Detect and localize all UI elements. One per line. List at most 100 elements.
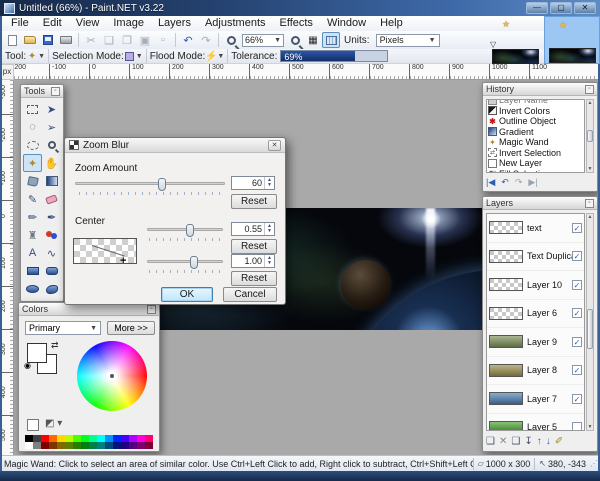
center-preview[interactable]: + <box>73 238 137 264</box>
palette-color-swatch[interactable] <box>121 442 129 449</box>
spinner-arrows-icon[interactable]: ▲▼ <box>264 177 274 189</box>
center-x-spinbox[interactable]: 0.55 ▲▼ <box>231 222 275 236</box>
palette-color-swatch[interactable] <box>97 435 105 442</box>
menu-item-view[interactable]: View <box>69 16 107 31</box>
rewind-button[interactable]: |◀ <box>486 177 495 188</box>
menu-item-adjustments[interactable]: Adjustments <box>198 16 273 31</box>
scrollbar-thumb[interactable] <box>587 309 593 349</box>
close-icon[interactable]: ▫ <box>585 85 594 94</box>
palette-color-swatch[interactable] <box>25 442 33 449</box>
scroll-down-icon[interactable]: ▼ <box>588 166 593 172</box>
tool-gradient[interactable] <box>42 172 61 190</box>
tool-ellipse-select[interactable] <box>23 136 42 154</box>
palette-color-swatch[interactable] <box>105 442 113 449</box>
palette-color-swatch[interactable] <box>73 435 81 442</box>
zoom-tool-button[interactable] <box>223 32 239 48</box>
deselect-button[interactable]: ▫ <box>155 32 171 48</box>
tool-text[interactable]: A <box>23 244 42 262</box>
palette-color-swatch[interactable] <box>137 435 145 442</box>
ok-button[interactable]: OK <box>161 287 213 302</box>
move-layer-up-button[interactable]: ↑ <box>537 436 542 447</box>
tool-freeform-shape[interactable] <box>42 280 61 298</box>
layer-row[interactable]: Layer 6✓ <box>487 300 584 329</box>
tool-rectangle-select[interactable] <box>23 100 42 118</box>
layer-visibility-checkbox[interactable]: ✓ <box>572 280 582 290</box>
image-tab-2-active[interactable]: ★ <box>544 16 600 64</box>
palette-color-swatch[interactable] <box>121 435 129 442</box>
tool-rectangle[interactable] <box>23 262 42 280</box>
center-y-slider[interactable] <box>147 260 223 263</box>
tool-move-selection[interactable]: ➢ <box>42 118 61 136</box>
scrollbar-thumb[interactable] <box>587 130 593 142</box>
layer-visibility-checkbox[interactable]: ✓ <box>572 365 582 375</box>
maximize-button[interactable]: ▢ <box>550 2 572 14</box>
tool-lasso-select[interactable]: ◌ <box>23 118 42 136</box>
zoom-amount-spinbox[interactable]: 60 ▲▼ <box>231 176 275 190</box>
spinner-arrows-icon[interactable]: ▲▼ <box>264 255 274 267</box>
image-tab-1[interactable]: ★ ▽ <box>488 16 544 64</box>
palette-color-swatch[interactable] <box>145 442 153 449</box>
close-icon[interactable]: ▫ <box>585 199 594 208</box>
copy-button[interactable]: ❏ <box>101 32 117 48</box>
print-button[interactable] <box>58 32 74 48</box>
flood-mode-dropdown[interactable]: ▼ <box>217 53 224 60</box>
undo-history-button[interactable]: ↶ <box>501 177 509 188</box>
history-scrollbar[interactable]: ▲ ▼ <box>586 99 594 173</box>
palette-color-swatch[interactable] <box>81 435 89 442</box>
palette-color-swatch[interactable] <box>129 442 137 449</box>
slider-thumb[interactable] <box>190 256 198 269</box>
spinner-arrows-icon[interactable]: ▲▼ <box>264 223 274 235</box>
close-icon[interactable]: ▫ <box>51 87 60 96</box>
close-icon[interactable]: ▫ <box>147 305 156 314</box>
menu-item-help[interactable]: Help <box>373 16 410 31</box>
layer-row[interactable]: Layer 10✓ <box>487 271 584 300</box>
history-item[interactable]: ✦Magic Wand <box>487 137 584 148</box>
layer-visibility-checkbox[interactable]: ✓ <box>572 308 582 318</box>
layer-row[interactable]: text✓ <box>487 214 584 243</box>
redo-button[interactable]: ↷ <box>198 32 214 48</box>
close-icon[interactable]: ✕ <box>268 140 281 151</box>
tool-paintbrush[interactable]: ✎ <box>23 190 42 208</box>
tool-rounded-rectangle[interactable] <box>42 262 61 280</box>
tool-magic-wand[interactable]: ✦ <box>23 154 42 172</box>
slider-thumb[interactable] <box>186 224 194 237</box>
tool-line-curve[interactable]: ∿ <box>42 244 61 262</box>
center-x-slider[interactable] <box>147 228 223 231</box>
palette-color-swatch[interactable] <box>33 435 41 442</box>
tool-recolor[interactable] <box>42 226 61 244</box>
layer-visibility-checkbox[interactable]: ✓ <box>572 251 582 261</box>
scroll-up-icon[interactable]: ▲ <box>588 214 593 220</box>
primary-color-swatch[interactable] <box>27 343 47 363</box>
zoom-amount-reset-button[interactable]: Reset <box>231 194 277 209</box>
history-item[interactable]: ✱Outline Object <box>487 116 584 127</box>
palette-color-swatch[interactable] <box>57 435 65 442</box>
duplicate-layer-button[interactable]: ❑ <box>511 436 520 447</box>
delete-layer-button[interactable]: ✕ <box>499 436 507 447</box>
zoom-amount-slider[interactable] <box>75 182 225 185</box>
layer-row[interactable]: Layer 8✓ <box>487 357 584 386</box>
palette-color-swatch[interactable] <box>113 442 121 449</box>
undo-button[interactable]: ↶ <box>180 32 196 48</box>
color-wheel[interactable] <box>77 341 147 411</box>
tool-clone-stamp[interactable]: ♜ <box>23 226 42 244</box>
palette-menu-button[interactable]: ◩ ▾ <box>45 418 62 429</box>
history-item[interactable]: ◧Fill Selection <box>487 169 584 174</box>
menu-item-effects[interactable]: Effects <box>273 16 320 31</box>
tool-eraser[interactable] <box>42 190 61 208</box>
add-layer-button[interactable]: ❏ <box>486 436 495 447</box>
layer-properties-button[interactable]: ✐ <box>555 436 563 447</box>
tolerance-slider[interactable]: 69% <box>280 50 388 62</box>
layer-row[interactable]: Layer 9✓ <box>487 328 584 357</box>
tool-pencil[interactable]: ✏ <box>23 208 42 226</box>
layer-row[interactable]: Layer 7✓ <box>487 385 584 414</box>
palette-color-swatch[interactable] <box>41 435 49 442</box>
tool-color-picker[interactable]: ✒ <box>42 208 61 226</box>
merge-layer-down-button[interactable]: ↧ <box>524 436 532 447</box>
fast-forward-button[interactable]: ▶| <box>528 177 537 188</box>
minimize-button[interactable]: — <box>526 2 548 14</box>
layer-row[interactable]: Layer 5 <box>487 414 584 432</box>
more-colors-button[interactable]: More >> <box>107 321 155 335</box>
swap-colors-icon[interactable]: ⇄ <box>51 340 59 351</box>
menu-item-edit[interactable]: Edit <box>36 16 69 31</box>
units-select[interactable]: Pixels ▼ <box>376 34 440 47</box>
